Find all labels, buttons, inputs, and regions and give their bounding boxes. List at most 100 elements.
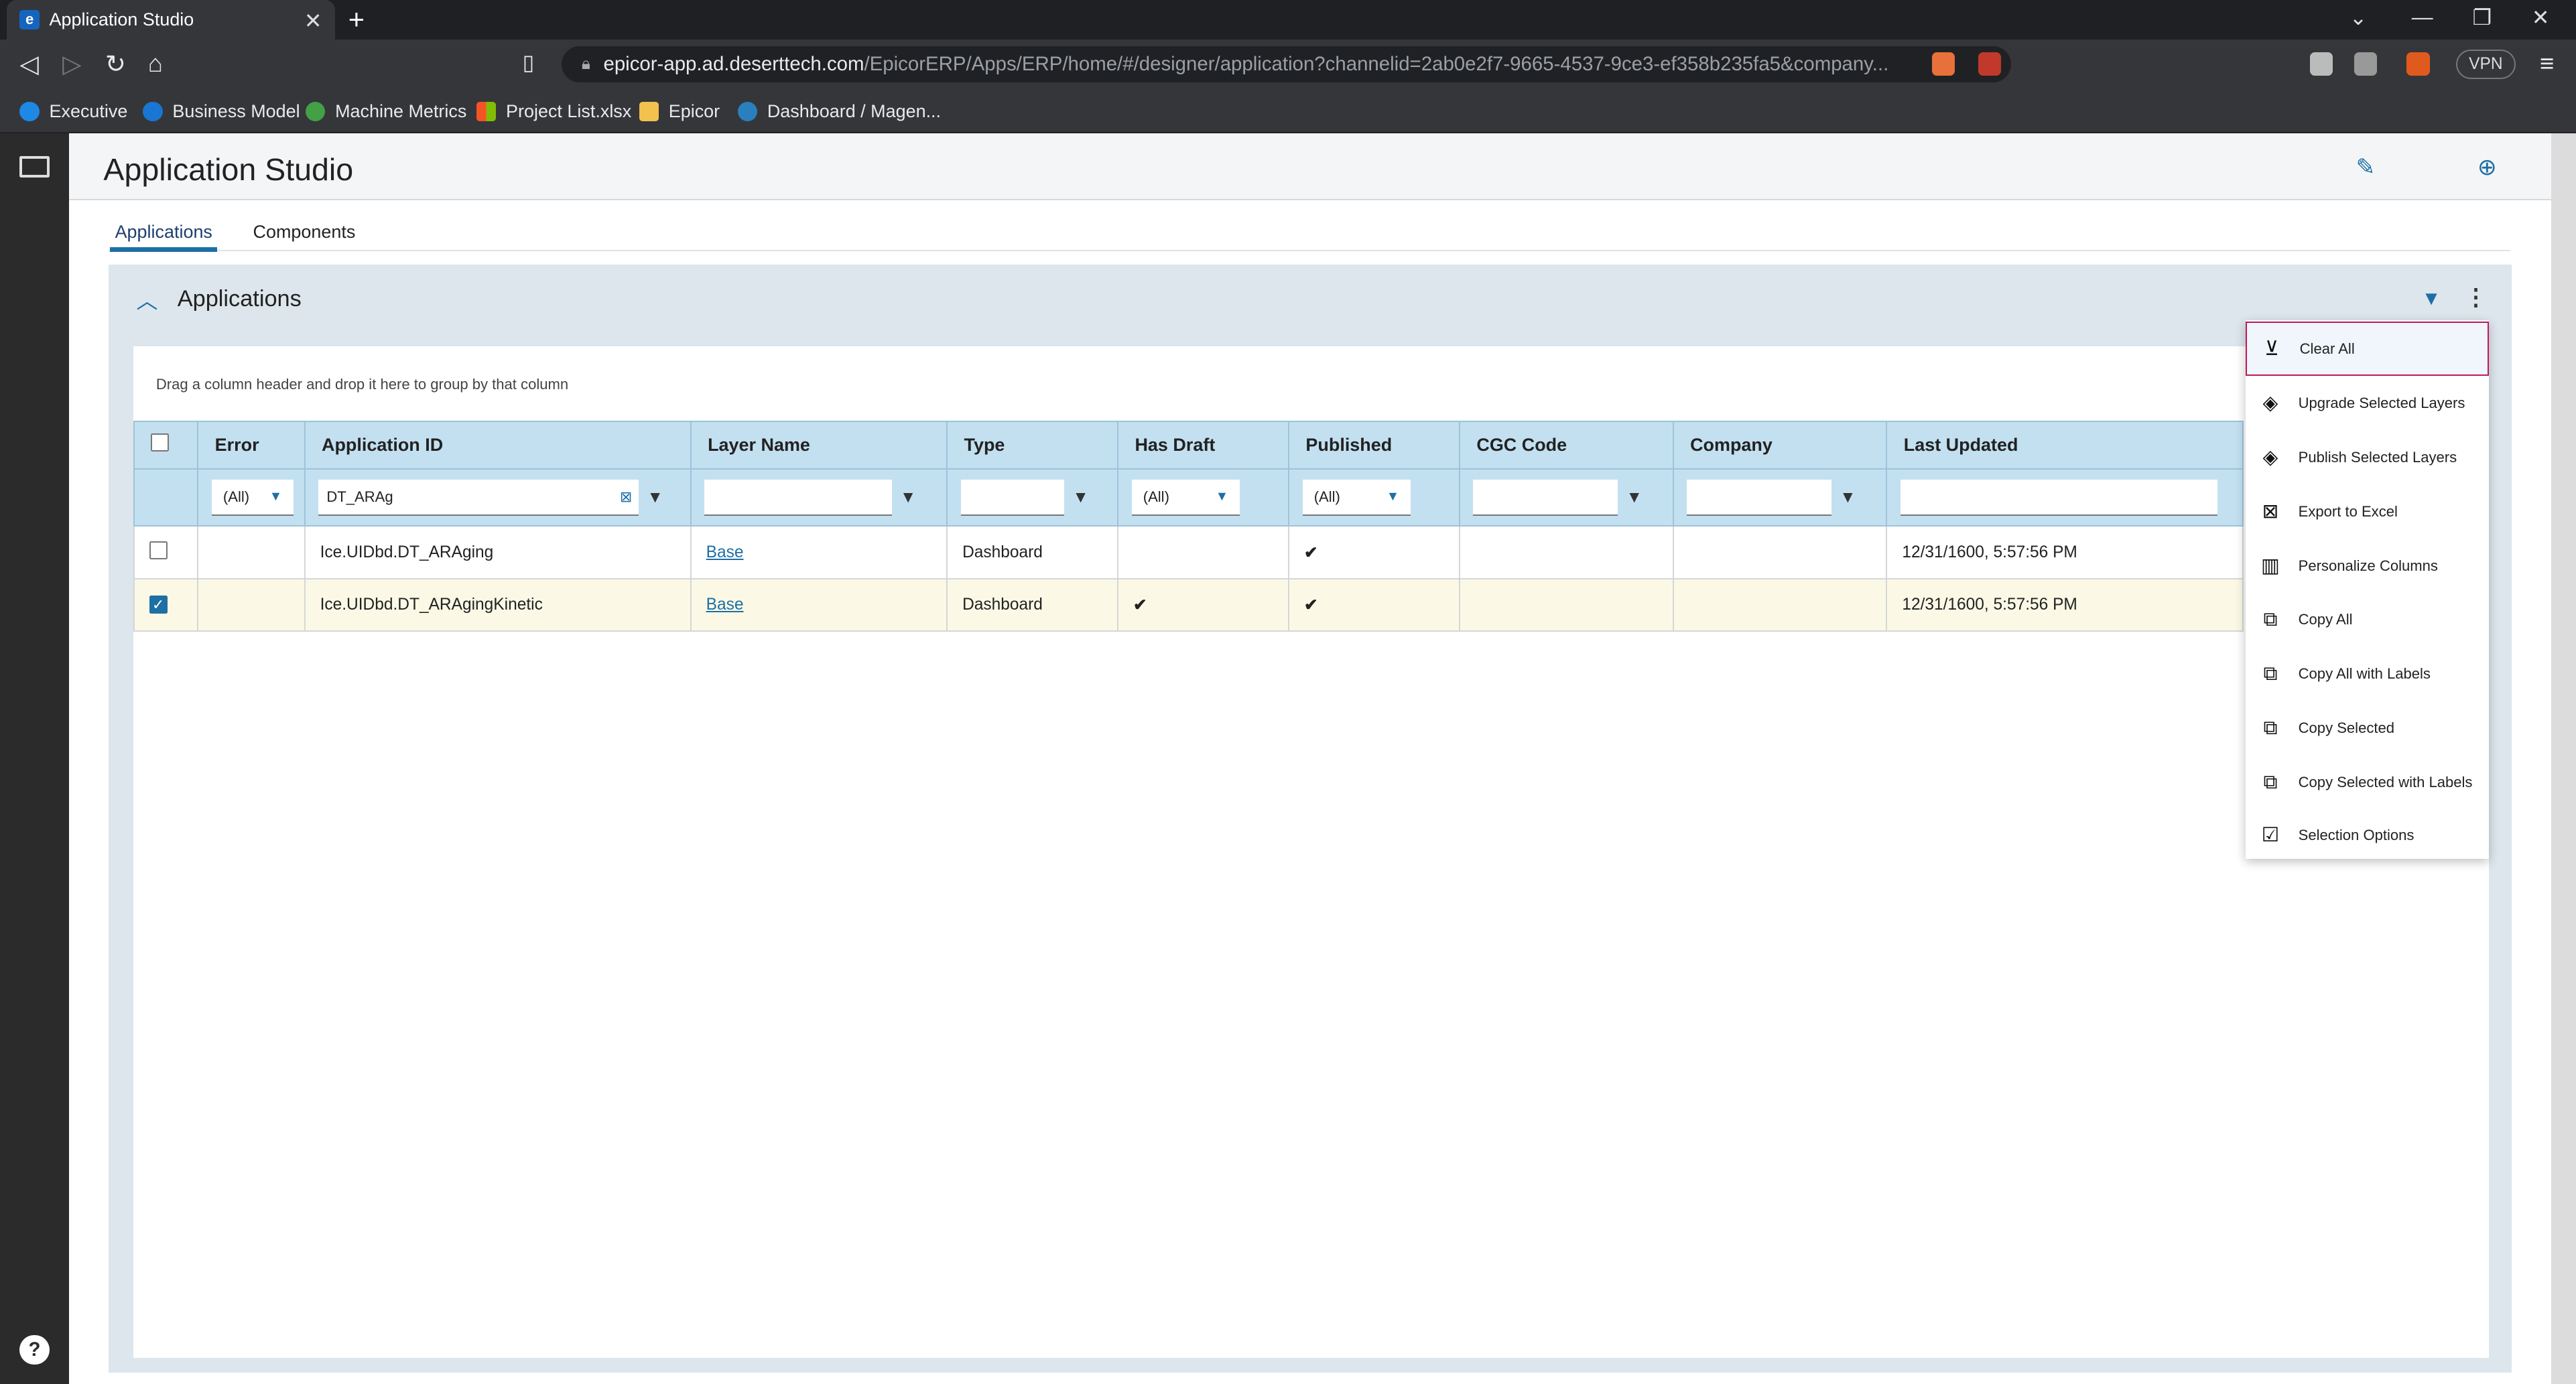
close-tab-icon[interactable]: ✕: [304, 8, 322, 33]
bookmark-dashboard[interactable]: Dashboard / Magen...: [737, 97, 942, 127]
layers-icon: ◈: [2262, 446, 2278, 469]
bookmark-executive[interactable]: Executive: [19, 97, 127, 127]
last-updated-filter-input[interactable]: [1900, 479, 2217, 516]
menu-item-copy-selected[interactable]: ⧉ Copy Selected: [2246, 701, 2489, 756]
minimize-icon[interactable]: —: [2412, 5, 2433, 29]
application-id-cell: Ice.UIDbd.DT_ARAging: [304, 525, 692, 579]
menu-icon[interactable]: ≡: [2540, 50, 2554, 78]
menu-item-clear-all[interactable]: ⊻ Clear All: [2246, 322, 2489, 376]
column-header-application-id[interactable]: Application ID: [304, 420, 692, 470]
column-header-company[interactable]: Company: [1672, 420, 1888, 470]
bookmark-project-list[interactable]: Project List.xlsx: [476, 97, 631, 127]
layer-name-link[interactable]: Base: [706, 543, 744, 561]
more-vertical-icon[interactable]: ⋮: [2464, 284, 2487, 311]
type-filter-input[interactable]: [960, 479, 1065, 516]
layers-icon: ◈: [2262, 392, 2278, 415]
has-draft-cell: [1116, 525, 1289, 579]
error-filter-value: (All): [222, 488, 250, 505]
app-header: Application Studio ✎ ⊕: [68, 133, 2552, 201]
application-id-filter-input[interactable]: DT_ARAg ⊠: [318, 479, 639, 516]
menu-item-copy-all-with-labels[interactable]: ⧉ Copy All with Labels: [2246, 647, 2489, 701]
menu-item-selection-options[interactable]: ☑ Selection Options: [2246, 808, 2489, 862]
menu-item-copy-all[interactable]: ⧉ Copy All: [2246, 593, 2489, 647]
filter-icon[interactable]: ▼: [1835, 480, 1861, 516]
menu-item-personalize-columns[interactable]: ▥ Personalize Columns: [2246, 539, 2489, 593]
has-draft-filter-dropdown[interactable]: (All) ▼: [1131, 479, 1240, 516]
reload-icon[interactable]: ↻: [105, 50, 126, 78]
filter-icon[interactable]: ▼: [642, 480, 668, 516]
row-select-cell[interactable]: ✓: [133, 577, 199, 632]
monitor-icon[interactable]: [19, 155, 50, 178]
globe-icon: [143, 101, 163, 122]
magic-wand-icon[interactable]: ✎: [2356, 154, 2375, 181]
brave-rewards-icon[interactable]: [1978, 52, 2001, 76]
sidebar-icon[interactable]: [2354, 52, 2378, 76]
clear-filter-icon[interactable]: ⊠: [620, 488, 639, 506]
select-all-checkbox[interactable]: [151, 433, 170, 452]
row-checkbox[interactable]: [149, 541, 168, 559]
sharepoint-icon: [19, 101, 40, 122]
column-header-last-updated[interactable]: Last Updated: [1886, 420, 2244, 470]
extensions-icon[interactable]: [2309, 52, 2333, 76]
menu-item-label: Clear All: [2299, 340, 2355, 357]
menu-item-label: Personalize Columns: [2298, 557, 2438, 574]
link-icon: [737, 101, 758, 122]
browser-tab[interactable]: e Application Studio ✕: [6, 0, 336, 40]
add-circle-icon[interactable]: ⊕: [2477, 154, 2497, 181]
bookmark-icon[interactable]: ▯: [523, 50, 535, 75]
bookmark-machine-metrics[interactable]: Machine Metrics: [305, 97, 466, 127]
tab-applications[interactable]: Applications: [110, 222, 218, 253]
filter-icon[interactable]: ▼: [1068, 480, 1094, 516]
column-header-error[interactable]: Error: [197, 420, 306, 470]
address-bar[interactable]: 🔒︎ epicor-app.ad.deserttech.com /EpicorE…: [562, 46, 2011, 82]
chevron-up-icon[interactable]: ︿: [136, 284, 157, 315]
copy-icon: ⧉: [2263, 663, 2278, 685]
table-row[interactable]: Ice.UIDbd.DT_ARAging Base Dashboard ✔ 12…: [133, 525, 2244, 579]
filter-icon[interactable]: ▼: [1621, 480, 1647, 516]
close-window-icon[interactable]: ✕: [2532, 5, 2550, 30]
last-updated-cell: 12/31/1600, 5:57:56 PM: [1886, 525, 2244, 579]
brave-shield-icon[interactable]: [1931, 52, 1955, 76]
published-filter-dropdown[interactable]: (All) ▼: [1302, 479, 1411, 516]
url-host: epicor-app.ad.deserttech.com: [603, 52, 864, 75]
menu-item-publish-selected-layers[interactable]: ◈ Publish Selected Layers: [2246, 430, 2489, 484]
filter-icon[interactable]: ▼: [895, 480, 921, 516]
column-header-has-draft[interactable]: Has Draft: [1116, 420, 1289, 470]
scrollbar[interactable]: [2551, 133, 2576, 1384]
row-select-cell[interactable]: [133, 525, 199, 579]
bookmark-business-model[interactable]: Business Model: [143, 97, 300, 127]
tab-components[interactable]: Components: [248, 222, 361, 247]
filter-icon[interactable]: ▼: [2422, 287, 2441, 310]
has-draft-filter-value: (All): [1143, 488, 1169, 505]
bookmark-epicor[interactable]: Epicor: [639, 97, 720, 127]
help-icon[interactable]: ?: [19, 1335, 50, 1365]
company-filter-input[interactable]: [1687, 479, 1831, 516]
back-icon[interactable]: ◁: [19, 50, 38, 78]
forward-icon[interactable]: ▷: [62, 50, 81, 78]
error-filter-dropdown[interactable]: (All) ▼: [211, 479, 294, 516]
menu-item-upgrade-selected-layers[interactable]: ◈ Upgrade Selected Layers: [2246, 376, 2489, 430]
column-header-published[interactable]: Published: [1287, 420, 1460, 470]
column-header-type[interactable]: Type: [946, 420, 1118, 470]
applications-grid: Error Application ID Layer Name Type Has…: [133, 420, 2244, 632]
select-all-header[interactable]: [133, 420, 199, 470]
restore-icon[interactable]: ❐: [2473, 5, 2492, 30]
row-checkbox[interactable]: ✓: [149, 596, 168, 614]
layer-name-link[interactable]: Base: [706, 596, 744, 614]
menu-item-export-to-excel[interactable]: ⊠ Export to Excel: [2246, 484, 2489, 539]
cgc-code-filter-input[interactable]: [1473, 479, 1618, 516]
home-icon[interactable]: ⌂: [148, 50, 163, 78]
table-row[interactable]: ✓ Ice.UIDbd.DT_ARAgingKinetic Base Dashb…: [133, 577, 2244, 632]
column-header-layer-name[interactable]: Layer Name: [690, 420, 948, 470]
menu-item-label: Selection Options: [2298, 826, 2414, 843]
folder-icon: [639, 101, 659, 122]
url-path: /EpicorERP/Apps/ERP/home/#/designer/appl…: [864, 52, 1889, 75]
column-header-cgc-code[interactable]: CGC Code: [1458, 420, 1674, 470]
vpn-button[interactable]: VPN: [2455, 49, 2516, 79]
menu-item-copy-selected-with-labels[interactable]: ⧉ Copy Selected with Labels: [2246, 756, 2489, 810]
layer-name-filter-input[interactable]: [704, 479, 892, 516]
new-tab-icon[interactable]: +: [348, 3, 365, 36]
bookmark-label: Dashboard / Magen...: [767, 101, 942, 122]
wallet-icon[interactable]: [2406, 52, 2430, 76]
tab-search-icon[interactable]: ⌄: [2349, 5, 2368, 30]
